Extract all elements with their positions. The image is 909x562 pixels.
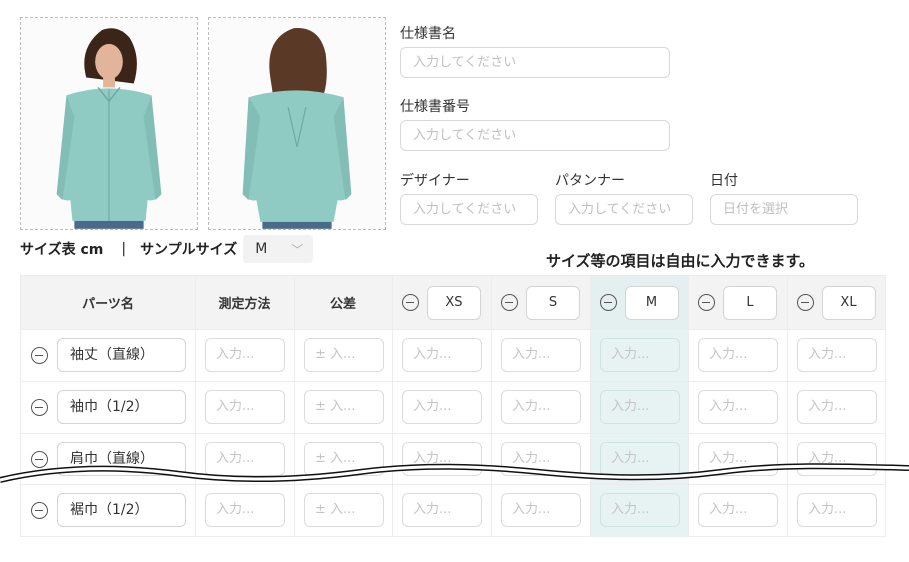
method-input[interactable]: 入力... [205, 338, 285, 372]
size-table-header: サイズ表 cm | サンプルサイズ M ﹀ [20, 235, 314, 263]
size-value-input-xs[interactable]: 入力... [402, 338, 482, 372]
tolerance-input[interactable]: ± 入... [304, 338, 384, 372]
tolerance-input[interactable]: ± 入... [304, 493, 384, 527]
size-value-input-l[interactable]: 入力... [698, 390, 778, 424]
front-view-photo[interactable] [20, 17, 198, 230]
size-l-field[interactable]: L [723, 285, 777, 320]
spec-name-input[interactable]: 入力してください [400, 47, 670, 78]
front-view-image [21, 18, 197, 229]
tolerance-input[interactable]: ± 入... [304, 390, 384, 424]
remove-size-xl-icon[interactable] [796, 294, 814, 311]
header-method: 測定方法 [218, 297, 271, 312]
designer-label: デザイナー [400, 173, 470, 189]
size-value-input-xs[interactable]: 入力... [402, 442, 482, 476]
size-value-input-xl[interactable]: 入力... [797, 442, 877, 476]
header-size-l: L [688, 276, 787, 329]
remove-size-s-icon[interactable] [501, 294, 518, 311]
header-part-name: パーツ名 [82, 297, 134, 312]
part-name-input[interactable]: 袖丈（直線） [57, 338, 186, 372]
size-value-input-l[interactable]: 入力... [698, 442, 778, 476]
size-value-input-s[interactable]: 入力... [501, 493, 581, 527]
free-input-note: サイズ等の項目は自由に入力できます。 [546, 252, 815, 270]
remove-row-icon[interactable] [31, 451, 48, 468]
remove-size-m-icon[interactable] [599, 294, 617, 311]
part-name-input[interactable]: 裾巾（1/2） [57, 493, 186, 527]
size-xs-field[interactable]: XS [427, 285, 481, 320]
size-value-input-l[interactable]: 入力... [698, 493, 778, 527]
size-xl-field[interactable]: XL [821, 285, 876, 320]
sample-size-value: M [255, 241, 268, 257]
remove-size-xs-icon[interactable] [402, 294, 419, 311]
header-tolerance: 公差 [329, 297, 356, 312]
size-table-label: サイズ表 cm [20, 242, 104, 258]
part-name-input[interactable]: 袖巾（1/2） [57, 390, 186, 424]
size-value-input-xs[interactable]: 入力... [402, 493, 482, 527]
size-value-input-xs[interactable]: 入力... [402, 390, 482, 424]
designer-input[interactable]: 入力してください [400, 194, 538, 225]
size-value-input-m[interactable]: 入力... [600, 338, 680, 372]
remove-row-icon[interactable] [31, 502, 48, 519]
size-value-input-s[interactable]: 入力... [501, 390, 581, 424]
remove-size-l-icon[interactable] [698, 294, 715, 311]
size-value-input-s[interactable]: 入力... [501, 442, 581, 476]
size-s-field[interactable]: S [526, 285, 580, 320]
size-value-input-l[interactable]: 入力... [698, 338, 778, 372]
size-value-input-xl[interactable]: 入力... [797, 493, 877, 527]
size-value-input-m[interactable]: 入力... [600, 390, 680, 424]
tolerance-input[interactable]: ± 入... [304, 442, 384, 476]
size-m-field[interactable]: M [624, 285, 679, 320]
back-view-image [209, 18, 385, 229]
sample-size-label: サンプルサイズ [140, 242, 238, 258]
date-label: 日付 [710, 173, 738, 189]
header-size-m: M [590, 276, 688, 329]
header-size-s: S [491, 276, 590, 329]
spec-name-label: 仕様書名 [400, 26, 456, 42]
method-input[interactable]: 入力... [205, 390, 285, 424]
part-name-input[interactable]: 肩巾（直線） [57, 442, 186, 476]
remove-row-icon[interactable] [31, 399, 48, 416]
method-input[interactable]: 入力... [205, 442, 285, 476]
sample-size-select[interactable]: M ﹀ [243, 235, 314, 263]
size-value-input-xl[interactable]: 入力... [797, 338, 877, 372]
header-size-xs: XS [392, 276, 491, 329]
separator: | [121, 241, 127, 257]
remove-row-icon[interactable] [31, 347, 48, 364]
date-picker[interactable]: 日付を選択 [710, 194, 858, 225]
method-input[interactable]: 入力... [205, 493, 285, 527]
patterner-label: パタンナー [555, 173, 625, 189]
size-value-input-xl[interactable]: 入力... [797, 390, 877, 424]
chevron-down-icon: ﹀ [291, 242, 304, 257]
size-value-input-m[interactable]: 入力... [600, 442, 680, 476]
size-value-input-s[interactable]: 入力... [501, 338, 581, 372]
back-view-photo[interactable] [208, 17, 386, 230]
spec-number-input[interactable]: 入力してください [400, 120, 670, 151]
patterner-input[interactable]: 入力してください [555, 194, 693, 225]
size-table: パーツ名 測定方法 公差 XS S M L XL 袖丈（直線） 入力... ± 入.… [20, 275, 886, 537]
size-value-input-m[interactable]: 入力... [600, 493, 680, 527]
header-size-xl: XL [787, 276, 885, 329]
spec-number-label: 仕様書番号 [400, 99, 470, 115]
